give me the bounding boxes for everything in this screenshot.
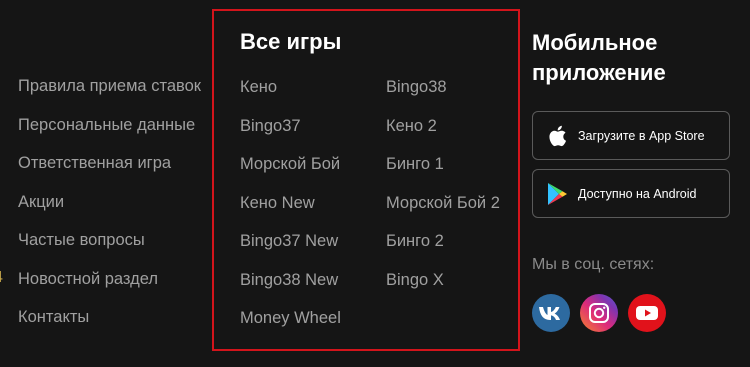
footer-link-faq[interactable]: Частые вопросы xyxy=(18,227,218,266)
all-games-title: Все игры xyxy=(240,29,342,54)
mobile-app-title: Мобильное приложение xyxy=(532,28,732,88)
apple-icon xyxy=(544,123,570,149)
android-button[interactable]: Доступно на Android xyxy=(532,169,730,218)
mobile-app-title-line1: Мобильное xyxy=(532,30,658,55)
google-play-icon xyxy=(544,181,570,207)
game-link[interactable]: Кено New xyxy=(240,191,315,215)
footer-link-news[interactable]: Новостной раздел xyxy=(18,266,218,305)
mobile-app-title-line2: приложение xyxy=(532,60,666,85)
game-link[interactable]: Бинго 2 xyxy=(386,229,444,253)
youtube-icon[interactable] xyxy=(628,294,666,332)
game-link[interactable]: Морской Бой xyxy=(240,152,340,176)
footer-link-responsible-gaming[interactable]: Ответственная игра xyxy=(18,150,218,189)
app-store-button[interactable]: Загрузите в App Store xyxy=(532,111,730,160)
game-link[interactable]: Bingo37 New xyxy=(240,229,338,253)
footer-link-betting-rules[interactable]: Правила приема ставок xyxy=(18,73,218,112)
app-store-label: Загрузите в App Store xyxy=(578,128,705,143)
footer-links: Правила приема ставок Персональные данны… xyxy=(18,73,218,343)
game-link[interactable]: Bingo38 New xyxy=(240,268,338,292)
edge-fragment: 4 xyxy=(0,268,3,288)
game-link[interactable]: Кено 2 xyxy=(386,114,437,138)
all-games-panel: Все игры Кено Bingo37 Морской Бой Кено N… xyxy=(212,9,520,351)
vk-icon[interactable] xyxy=(532,294,570,332)
game-link[interactable]: Кено xyxy=(240,75,277,99)
social-title: Мы в соц. сетях: xyxy=(532,256,655,273)
game-link[interactable]: Money Wheel xyxy=(240,306,341,330)
footer-link-personal-data[interactable]: Персональные данные xyxy=(18,112,218,151)
game-link[interactable]: Морской Бой 2 xyxy=(386,191,500,215)
game-link[interactable]: Bingo X xyxy=(386,268,444,292)
game-link[interactable]: Бинго 1 xyxy=(386,152,444,176)
footer-link-contacts[interactable]: Контакты xyxy=(18,304,218,343)
instagram-icon[interactable] xyxy=(580,294,618,332)
game-link[interactable]: Bingo37 xyxy=(240,114,301,138)
game-link[interactable]: Bingo38 xyxy=(386,75,447,99)
android-label: Доступно на Android xyxy=(578,186,697,201)
footer-link-promotions[interactable]: Акции xyxy=(18,189,218,228)
